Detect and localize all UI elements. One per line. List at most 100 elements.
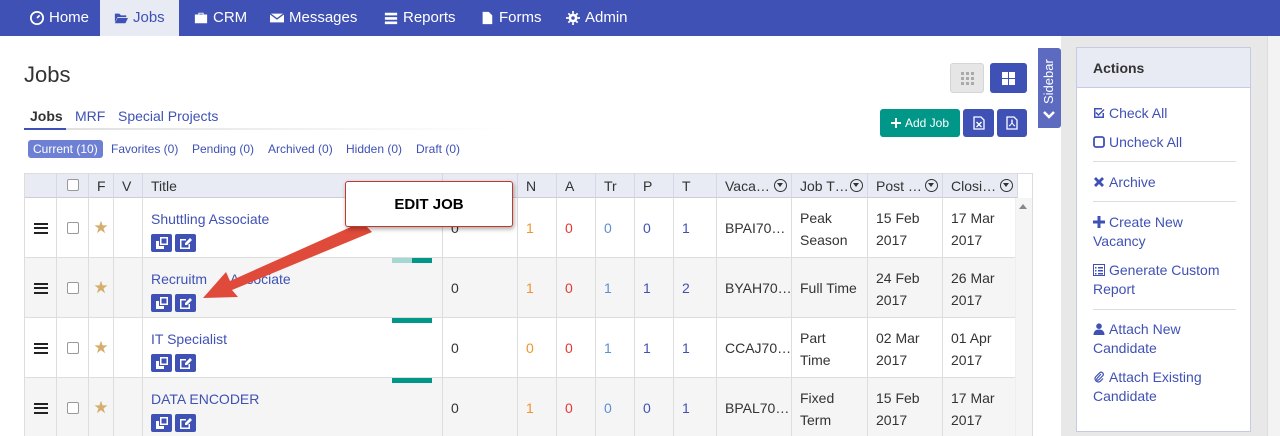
filter-circle-icon[interactable] [925, 179, 938, 192]
row-n[interactable]: 0 [518, 318, 557, 378]
copy-job-button[interactable] [151, 414, 172, 432]
row-drag-handle[interactable] [25, 378, 57, 436]
tab-jobs[interactable]: Jobs [30, 108, 63, 124]
row-a[interactable]: 0 [557, 258, 596, 318]
hamburger-icon[interactable] [33, 342, 48, 354]
archive-action[interactable]: Archive [1093, 173, 1243, 192]
copy-job-button[interactable] [151, 234, 172, 252]
nav-reports[interactable]: Reports [370, 0, 470, 36]
nav-home[interactable]: Home [16, 0, 103, 36]
attach-new-candidate-action[interactable]: Attach New Candidate [1093, 320, 1243, 358]
row-tr[interactable]: 1 [596, 258, 635, 318]
row-p[interactable]: 0 [635, 198, 674, 258]
header-a[interactable]: A [557, 174, 596, 198]
nav-jobs[interactable]: Jobs [100, 0, 179, 36]
tab-mrf[interactable]: MRF [75, 108, 105, 124]
row-n[interactable]: 1 [518, 258, 557, 318]
copy-job-button[interactable] [151, 294, 172, 312]
create-new-vacancy-action[interactable]: Create New Vacancy [1093, 213, 1243, 251]
star-icon[interactable]: ★ [93, 218, 108, 238]
sidebar-scrollbar[interactable] [1267, 36, 1280, 436]
row-select[interactable] [57, 318, 89, 378]
row-drag-handle[interactable] [25, 258, 57, 318]
row-tr[interactable]: 0 [596, 198, 635, 258]
header-viewed[interactable]: V [114, 174, 143, 198]
grid-view-button[interactable] [950, 63, 984, 93]
header-tr[interactable]: Tr [596, 174, 635, 198]
row-n[interactable]: 1 [518, 378, 557, 436]
job-title-link[interactable]: Recruitm [151, 271, 207, 287]
header-t[interactable]: T [674, 174, 717, 198]
tile-view-button[interactable] [990, 63, 1027, 93]
edit-job-button[interactable] [175, 234, 196, 252]
row-favorite[interactable]: ★ [89, 258, 114, 318]
filter-hidden[interactable]: Hidden (0) [346, 140, 402, 158]
row-p[interactable]: 1 [635, 318, 674, 378]
hamburger-icon[interactable] [33, 402, 48, 414]
row-t[interactable]: 1 [674, 378, 717, 436]
row-a[interactable]: 0 [557, 198, 596, 258]
generate-custom-report-action[interactable]: Generate Custom Report [1093, 261, 1243, 299]
row-checkbox[interactable] [66, 222, 79, 234]
row-checkbox[interactable] [66, 402, 79, 414]
row-tr[interactable]: 1 [596, 318, 635, 378]
filter-circle-icon[interactable] [774, 179, 787, 192]
select-all-checkbox[interactable] [66, 179, 79, 191]
uncheck-all-action[interactable]: Uncheck All [1093, 133, 1243, 152]
row-select[interactable] [57, 378, 89, 436]
header-vacancy[interactable]: Vaca… [717, 174, 792, 198]
row-p[interactable]: 1 [635, 258, 674, 318]
edit-job-button[interactable] [175, 354, 196, 372]
header-p[interactable]: P [635, 174, 674, 198]
row-t[interactable]: 1 [674, 198, 717, 258]
copy-job-button[interactable] [151, 354, 172, 372]
filter-current[interactable]: Current (10) [28, 140, 103, 158]
hamburger-icon[interactable] [33, 282, 48, 294]
filter-archived[interactable]: Archived (0) [268, 140, 333, 158]
job-title-link[interactable]: IT Specialist [151, 331, 227, 347]
row-tr[interactable]: 0 [596, 378, 635, 436]
job-title-link[interactable]: Shuttling Associate [151, 211, 269, 227]
nav-messages[interactable]: Messages [256, 0, 371, 36]
filter-circle-icon[interactable] [1000, 179, 1013, 192]
table-scrollbar[interactable] [1015, 198, 1032, 436]
nav-forms[interactable]: Forms [466, 0, 556, 36]
row-favorite[interactable]: ★ [89, 378, 114, 436]
header-select-all[interactable] [57, 174, 89, 198]
edit-job-button[interactable] [175, 414, 196, 432]
header-post-date[interactable]: Post … [868, 174, 943, 198]
edit-job-button[interactable] [175, 294, 196, 312]
header-job-type[interactable]: Job T… [792, 174, 868, 198]
row-checkbox[interactable] [66, 342, 79, 354]
header-favorite[interactable]: F [89, 174, 114, 198]
star-icon[interactable]: ★ [93, 338, 108, 358]
tab-special-projects[interactable]: Special Projects [118, 108, 218, 124]
star-icon[interactable]: ★ [93, 278, 108, 298]
row-drag-handle[interactable] [25, 198, 57, 258]
filter-circle-icon[interactable] [850, 179, 863, 192]
row-checkbox[interactable] [66, 282, 79, 294]
job-title-link-tail[interactable]: Associate [230, 271, 291, 287]
row-select[interactable] [57, 198, 89, 258]
star-icon[interactable]: ★ [93, 398, 108, 418]
header-closing-date[interactable]: Closi… [943, 174, 1018, 198]
scroll-up-arrow-icon[interactable] [1019, 204, 1027, 209]
row-p[interactable]: 0 [635, 378, 674, 436]
add-job-button[interactable]: Add Job [880, 109, 960, 137]
job-title-link[interactable]: DATA ENCODER [151, 391, 259, 407]
row-t[interactable]: 2 [674, 258, 717, 318]
filter-favorites[interactable]: Favorites (0) [111, 140, 178, 158]
filter-pending[interactable]: Pending (0) [192, 140, 254, 158]
row-a[interactable]: 0 [557, 378, 596, 436]
row-select[interactable] [57, 258, 89, 318]
row-favorite[interactable]: ★ [89, 318, 114, 378]
export-excel-button[interactable] [963, 109, 994, 137]
row-favorite[interactable]: ★ [89, 198, 114, 258]
hamburger-icon[interactable] [33, 222, 48, 234]
row-n[interactable]: 1 [518, 198, 557, 258]
header-n[interactable]: N [518, 174, 557, 198]
nav-admin[interactable]: Admin [552, 0, 642, 36]
attach-existing-candidate-action[interactable]: Attach Existing Candidate [1093, 368, 1243, 406]
sidebar-toggle[interactable]: Sidebar [1038, 48, 1061, 128]
row-drag-handle[interactable] [25, 318, 57, 378]
